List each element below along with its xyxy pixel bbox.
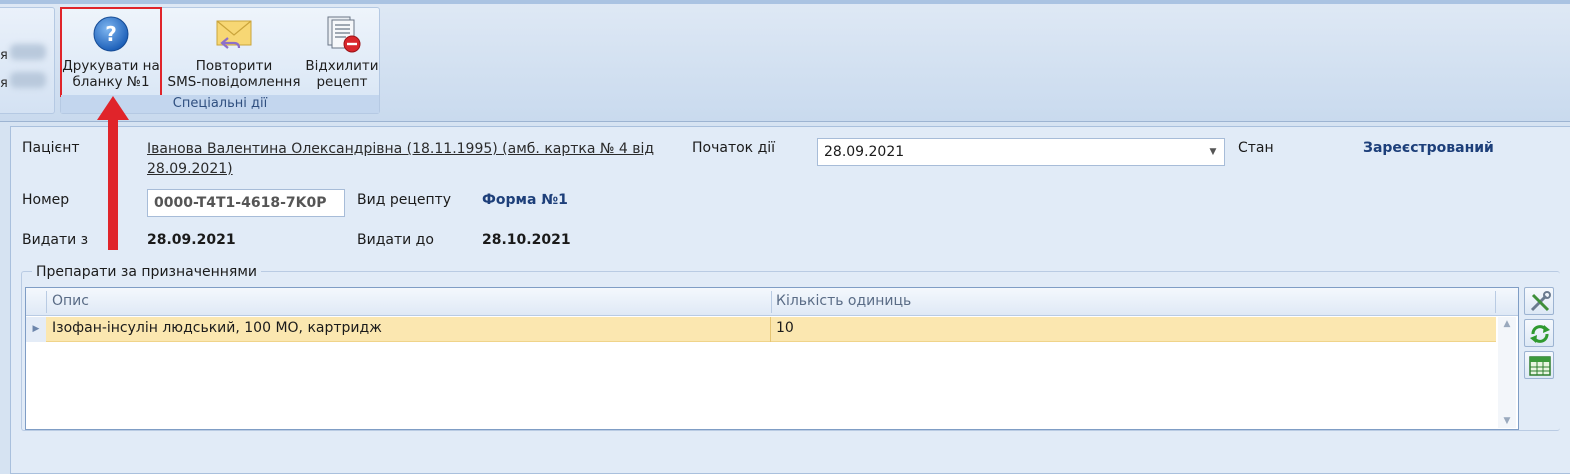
tools-icon	[1530, 291, 1551, 312]
scroll-up-icon[interactable]: ▲	[1498, 319, 1516, 329]
resend-sms-label-2: SMS-повідомлення	[167, 74, 301, 90]
dropdown-arrow-icon[interactable]: ▼	[1204, 139, 1222, 165]
print-form1-label-1: Друкувати на	[62, 58, 160, 74]
drugs-grid: Опис Кількість одиниць ▶ Ізофан-інсулін …	[25, 287, 1519, 430]
recipe-type-label: Вид рецепту	[357, 192, 452, 208]
ribbon: я я ? Друкувати на бланку №1 Повторити S…	[0, 0, 1570, 122]
svg-text:?: ?	[105, 22, 117, 46]
reject-prescription-button[interactable]: Відхилити рецепт	[305, 8, 379, 96]
resend-sms-label-1: Повторити	[195, 58, 273, 74]
print-form1-button[interactable]: ? Друкувати на бланку №1	[60, 7, 162, 97]
number-field[interactable]: 0000-T4T1-4618-7K0P	[147, 189, 345, 217]
table-settings-button[interactable]	[1524, 351, 1554, 379]
ribbon-group-previous: я я	[0, 7, 55, 114]
cell-quantity: 10	[776, 320, 794, 336]
table-grid-icon	[1529, 356, 1551, 376]
ribbon-prev-fragment-1: я	[0, 48, 8, 63]
table-row[interactable]: ▶ Ізофан-інсулін людський, 100 МО, картр…	[26, 317, 1496, 342]
reject-prescription-label-2: рецепт	[316, 74, 368, 90]
cell-description: Ізофан-інсулін людський, 100 МО, картрид…	[52, 320, 382, 336]
start-date-value: 28.09.2021	[824, 144, 905, 160]
resend-sms-button[interactable]: Повторити SMS-повідомлення	[165, 8, 303, 96]
start-date-combo[interactable]: 28.09.2021 ▼	[817, 138, 1225, 166]
column-separator	[1495, 291, 1496, 313]
blurred-text	[10, 44, 46, 60]
row-indicator-icon: ▶	[26, 317, 46, 342]
edit-tools-button[interactable]	[1524, 287, 1554, 315]
column-separator	[771, 291, 772, 313]
issue-to-label: Видати до	[357, 232, 434, 248]
refresh-button[interactable]	[1524, 319, 1554, 347]
patient-link-line-2: 28.09.2021)	[147, 161, 233, 177]
patient-link-line-1: Іванова Валентина Олександрівна (18.11.1…	[147, 141, 655, 157]
state-value: Зареєстрований	[1363, 140, 1494, 156]
blurred-text	[10, 72, 46, 88]
ribbon-top-border	[0, 0, 1570, 4]
column-header-description[interactable]: Опис	[52, 293, 89, 309]
reject-prescription-icon	[327, 16, 361, 53]
issue-from-value: 28.09.2021	[147, 232, 236, 248]
cell-separator	[770, 317, 771, 342]
issue-from-label: Видати з	[22, 232, 89, 248]
issue-to-value: 28.10.2021	[482, 232, 571, 248]
envelope-reply-icon	[216, 20, 252, 49]
print-form1-label-2: бланку №1	[72, 74, 150, 90]
help-print-icon: ?	[93, 16, 129, 52]
refresh-icon	[1530, 325, 1550, 343]
recipe-type-value: Форма №1	[482, 192, 568, 208]
drugs-group-title: Препарати за призначеннями	[32, 264, 261, 280]
start-date-label: Початок дії	[692, 140, 776, 156]
reject-prescription-label-1: Відхилити	[305, 58, 379, 74]
vertical-scrollbar[interactable]: ▲ ▼	[1498, 317, 1516, 428]
patient-link[interactable]: Іванова Валентина Олександрівна (18.11.1…	[147, 139, 654, 179]
grid-header: Опис Кількість одиниць	[26, 288, 1518, 316]
column-separator	[46, 291, 47, 313]
state-label: Стан	[1238, 140, 1274, 156]
column-header-quantity[interactable]: Кількість одиниць	[776, 293, 911, 309]
ribbon-prev-fragment-2: я	[0, 76, 8, 91]
number-label: Номер	[22, 192, 70, 208]
annotation-arrow-icon	[97, 96, 129, 250]
scroll-down-icon[interactable]: ▼	[1498, 416, 1516, 426]
patient-label: Пацієнт	[22, 140, 80, 156]
